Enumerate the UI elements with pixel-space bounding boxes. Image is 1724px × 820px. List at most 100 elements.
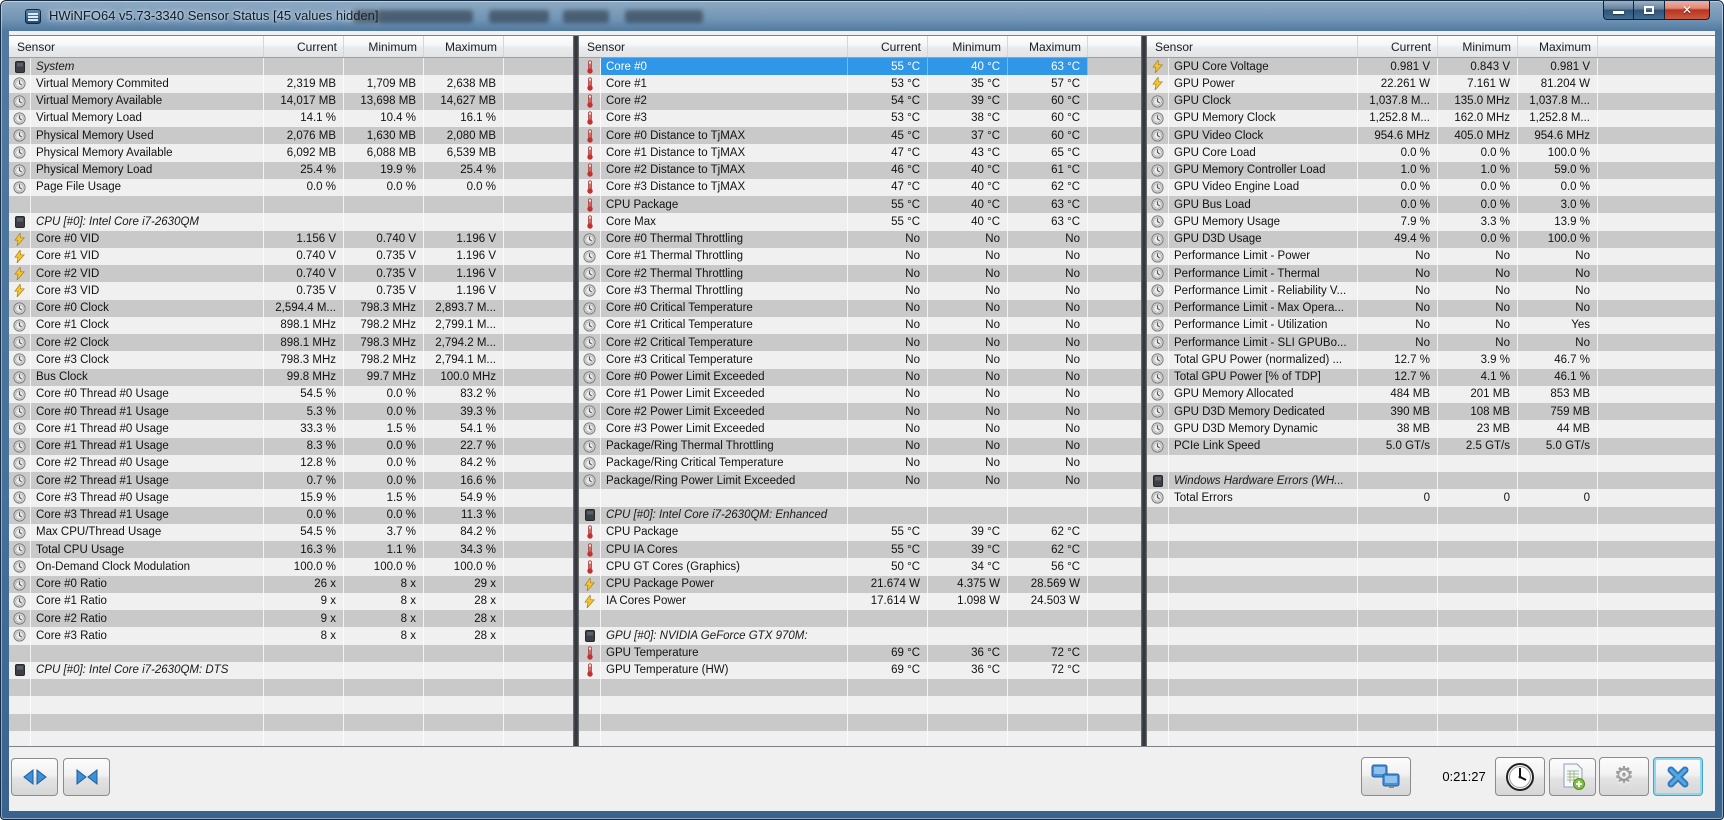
sensor-row[interactable]: Core #1 Ratio 9 x8 x 28 x (9, 592, 573, 610)
sensor-row[interactable]: Core #0 Ratio 26 x8 x 29 x (9, 575, 573, 593)
sensor-row[interactable]: GPU Power 22.261 W 7.161 W 81.204 W (1147, 75, 1715, 93)
sensor-row[interactable]: GPU Temperature 69 °C 36 °C 72 °C (579, 644, 1141, 662)
close-sensors-button[interactable] (1653, 757, 1703, 796)
sensor-row[interactable]: Bus Clock 99.8 MHz 99.7 MHz 100.0 MHz (9, 368, 573, 386)
column-header-minimum[interactable]: Minimum (344, 36, 424, 57)
sensor-row[interactable]: Core #2 VID 0.740 V 0.735 V 1.196 V (9, 265, 573, 283)
sensor-row[interactable]: Core #2 Thread #0 Usage 12.8 % 0.0 % 84.2 % (9, 454, 573, 472)
sensor-row[interactable]: Physical Memory Used 2,076 MB 1,630 MB 2,08… (9, 127, 573, 145)
maximize-button[interactable] (1634, 1, 1664, 20)
sensor-row[interactable]: Core #3 Thermal Throttling No No No (579, 282, 1141, 300)
column-header-current[interactable]: Current (1358, 36, 1438, 57)
sensor-row[interactable]: GPU Memory Controller Load 1.0 % 1.0 % 59.0… (1147, 161, 1715, 179)
column-header-maximum[interactable]: Maximum (1008, 36, 1088, 57)
sensor-row[interactable]: CPU Package 55 °C 40 °C 63 °C (579, 196, 1141, 214)
sensor-row[interactable]: Core #1 Power Limit Exceeded No No No (579, 385, 1141, 403)
sensor-row[interactable]: Core #2 Ratio 9 x8 x 28 x (9, 610, 573, 628)
sensor-row[interactable]: On-Demand Clock Modulation 100.0 % 100.0 %… (9, 558, 573, 576)
sensor-row[interactable]: CPU IA Cores 55 °C 39 °C 62 °C (579, 541, 1141, 559)
sensor-row[interactable]: GPU D3D Usage 49.4 % 0.0 % 100.0 % (1147, 230, 1715, 248)
sensor-row[interactable]: Core #2 Clock 898.1 MHz 798.3 MHz 2,794.2 M… (9, 334, 573, 352)
sensor-row[interactable]: Core #0 Thread #1 Usage 5.3 % 0.0 % 39.3 % (9, 403, 573, 421)
sensor-row[interactable]: Core #1 Thread #0 Usage 33.3 % 1.5 % 54.1 % (9, 420, 573, 438)
column-header-minimum[interactable]: Minimum (928, 36, 1008, 57)
sensor-row[interactable]: Core #2 Thermal Throttling No No No (579, 265, 1141, 283)
sensor-row[interactable]: Core #3 53 °C 38 °C 60 °C (579, 109, 1141, 127)
sensor-row[interactable]: CPU GT Cores (Graphics) 50 °C 34 °C 56 °C (579, 558, 1141, 576)
sensor-row[interactable]: GPU Memory Usage 7.9 % 3.3 % 13.9 % (1147, 213, 1715, 231)
sensor-row[interactable]: GPU Memory Clock 1,252.8 M... 162.0 MHz 1,2… (1147, 109, 1715, 127)
sensor-row[interactable]: Virtual Memory Commited 2,319 MB 1,709 MB 2… (9, 75, 573, 93)
sensor-row[interactable]: Core #3 Clock 798.3 MHz 798.2 MHz 2,794.1 M… (9, 351, 573, 369)
sensor-row[interactable]: Core #0 Critical Temperature No No No (579, 299, 1141, 317)
sensor-row[interactable]: Page File Usage 0.0 % 0.0 % 0.0 % (9, 178, 573, 196)
sensor-row[interactable]: Core #1 53 °C 35 °C 57 °C (579, 75, 1141, 93)
sensor-row[interactable]: Performance Limit - Power No No No (1147, 247, 1715, 265)
sensor-row[interactable]: GPU Core Load 0.0 % 0.0 % 100.0 % (1147, 144, 1715, 162)
reset-clock-button[interactable] (1495, 757, 1545, 796)
sensor-row[interactable]: Total CPU Usage 16.3 % 1.1 % 34.3 % (9, 541, 573, 559)
sensor-row[interactable]: Max CPU/Thread Usage 54.5 % 3.7 % 84.2 % (9, 523, 573, 541)
sensor-row[interactable]: GPU D3D Memory Dedicated 390 MB 108 MB 759 … (1147, 403, 1715, 421)
sensor-row[interactable]: Core #0 Distance to TjMAX 45 °C 37 °C 60 °C (579, 127, 1141, 145)
sensor-row[interactable]: Total Errors 0 0 0 (1147, 489, 1715, 507)
sensor-row[interactable]: Core #2 Critical Temperature No No No (579, 334, 1141, 352)
sensor-row[interactable]: Core #0 VID 1.156 V 0.740 V 1.196 V (9, 230, 573, 248)
section-header-row[interactable]: GPU [#0]: NVIDIA GeForce GTX 970M: (579, 627, 1141, 645)
remote-monitoring-button[interactable] (1361, 757, 1411, 796)
sensor-row[interactable]: GPU Temperature (HW) 69 °C 36 °C 72 °C (579, 661, 1141, 679)
sensor-row[interactable]: Core #1 Critical Temperature No No No (579, 316, 1141, 334)
sensor-row[interactable]: Core #3 Thread #1 Usage 0.0 % 0.0 % 11.3 % (9, 506, 573, 524)
sensor-row[interactable]: GPU Core Voltage 0.981 V 0.843 V 0.981 V (1147, 58, 1715, 76)
sensor-row[interactable]: Core #0 55 °C 40 °C 63 °C (579, 58, 1141, 76)
column-header-sensor[interactable]: Sensor (579, 36, 848, 57)
sensor-row[interactable]: Performance Limit - Reliability V... No No… (1147, 282, 1715, 300)
sensor-row[interactable]: Performance Limit - Utilization No No Yes (1147, 316, 1715, 334)
sensor-row[interactable]: Performance Limit - Max Opera... No No No (1147, 299, 1715, 317)
sensor-row[interactable]: Core #3 Power Limit Exceeded No No No (579, 420, 1141, 438)
sensor-row[interactable]: Core #3 Distance to TjMAX 47 °C 40 °C 62 °C (579, 178, 1141, 196)
sensor-row[interactable]: Package/Ring Power Limit Exceeded No No No (579, 472, 1141, 490)
sensor-row[interactable]: GPU Video Engine Load 0.0 % 0.0 % 0.0 % (1147, 178, 1715, 196)
sensor-row[interactable]: Core #3 VID 0.735 V 0.735 V 1.196 V (9, 282, 573, 300)
sensor-row[interactable]: Core #3 Thread #0 Usage 15.9 % 1.5 % 54.9 % (9, 489, 573, 507)
title-bar[interactable]: HWiNFO64 v5.73-3340 Sensor Status [45 va… (1, 1, 1723, 31)
section-header-row[interactable]: CPU [#0]: Intel Core i7-2630QM: DTS (9, 661, 573, 679)
section-header-row[interactable]: CPU [#0]: Intel Core i7-2630QM (9, 213, 573, 231)
sensor-row[interactable]: Virtual Memory Load 14.1 % 10.4 % 16.1 % (9, 109, 573, 127)
sensor-row[interactable]: GPU D3D Memory Dynamic 38 MB 23 MB 44 MB (1147, 420, 1715, 438)
sensor-row[interactable]: Core #2 Distance to TjMAX 46 °C 40 °C 61 °C (579, 161, 1141, 179)
column-header-current[interactable]: Current (264, 36, 344, 57)
column-header-maximum[interactable]: Maximum (424, 36, 504, 57)
sensor-row[interactable]: GPU Video Clock 954.6 MHz 405.0 MHz 954.6 M… (1147, 127, 1715, 145)
sensor-row[interactable]: PCIe Link Speed 5.0 GT/s 2.5 GT/s 5.0 GT/s (1147, 437, 1715, 455)
sensor-row[interactable]: Core Max 55 °C 40 °C 63 °C (579, 213, 1141, 231)
column-header-maximum[interactable]: Maximum (1518, 36, 1598, 57)
sensor-row[interactable]: CPU Package 55 °C 39 °C 62 °C (579, 523, 1141, 541)
sensor-row[interactable]: Core #3 Ratio 8 x8 x 28 x (9, 627, 573, 645)
sensor-row[interactable]: Core #1 Thread #1 Usage 8.3 % 0.0 % 22.7 % (9, 437, 573, 455)
sensor-row[interactable]: Virtual Memory Available 14,017 MB 13,698 … (9, 92, 573, 110)
column-header-minimum[interactable]: Minimum (1438, 36, 1518, 57)
section-header-row[interactable]: System (9, 58, 573, 76)
minimize-button[interactable] (1603, 1, 1634, 20)
sensor-row[interactable]: Package/Ring Critical Temperature No No No (579, 454, 1141, 472)
sensor-row[interactable]: Core #2 Thread #1 Usage 0.7 % 0.0 % 16.6 % (9, 472, 573, 490)
section-header-row[interactable]: Windows Hardware Errors (WH... (1147, 472, 1715, 490)
column-header-sensor[interactable]: Sensor (9, 36, 264, 57)
column-header-current[interactable]: Current (848, 36, 928, 57)
sensor-row[interactable]: Physical Memory Available 6,092 MB 6,088 M… (9, 144, 573, 162)
close-window-button[interactable]: ✕ (1664, 1, 1710, 20)
start-logging-button[interactable] (1549, 757, 1596, 796)
settings-button[interactable]: ⚙ (1599, 757, 1649, 796)
sensor-row[interactable]: Core #1 Thermal Throttling No No No (579, 247, 1141, 265)
sensor-row[interactable]: Core #0 Clock 2,594.4 M... 798.3 MHz 2,893.… (9, 299, 573, 317)
sensor-row[interactable]: GPU Bus Load 0.0 % 0.0 % 3.0 % (1147, 196, 1715, 214)
sensor-row[interactable]: GPU Memory Allocated 484 MB 201 MB 853 MB (1147, 385, 1715, 403)
sensor-row[interactable]: Physical Memory Load 25.4 % 19.9 % 25.4 % (9, 161, 573, 179)
sensor-row[interactable]: Performance Limit - Thermal No No No (1147, 265, 1715, 283)
sensor-row[interactable]: Core #0 Power Limit Exceeded No No No (579, 368, 1141, 386)
narrow-window-button[interactable] (63, 758, 110, 796)
sensor-row[interactable]: Core #2 Power Limit Exceeded No No No (579, 403, 1141, 421)
sensor-row[interactable]: Performance Limit - SLI GPUBo... No No No (1147, 334, 1715, 352)
